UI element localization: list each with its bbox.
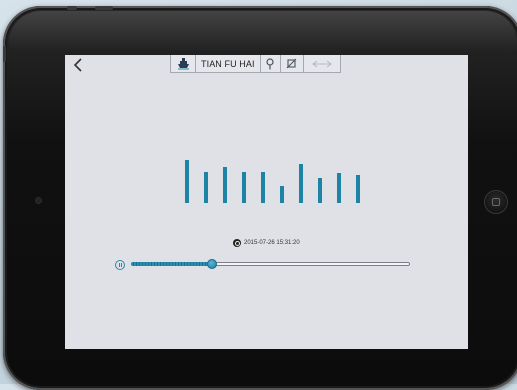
signal-bar bbox=[337, 173, 341, 203]
top-button bbox=[95, 6, 113, 10]
slider-fill bbox=[131, 262, 212, 266]
arrows-icon bbox=[311, 60, 332, 67]
signal-bar bbox=[242, 172, 246, 203]
signal-bar bbox=[280, 186, 284, 203]
app-screen: TIAN FU HAI 2015-07-26 15:31:20 bbox=[65, 55, 468, 349]
playback-slider[interactable] bbox=[131, 259, 410, 269]
route-button[interactable] bbox=[304, 55, 340, 72]
back-button[interactable] bbox=[72, 58, 88, 74]
pause-icon[interactable] bbox=[115, 260, 125, 270]
front-camera bbox=[36, 198, 41, 203]
signal-bar bbox=[318, 178, 322, 203]
signal-bars bbox=[175, 153, 375, 203]
signal-bar bbox=[204, 172, 208, 203]
pin-icon bbox=[266, 57, 274, 69]
chevron-left-icon bbox=[73, 58, 82, 72]
slider-thumb[interactable] bbox=[207, 259, 217, 269]
top-button bbox=[67, 6, 77, 10]
location-button[interactable] bbox=[261, 55, 281, 72]
signal-bar bbox=[223, 167, 227, 203]
signal-bar bbox=[356, 175, 360, 203]
record-icon bbox=[233, 239, 241, 247]
timestamp-text: 2015-07-26 15:31:20 bbox=[244, 240, 300, 246]
ship-icon bbox=[177, 58, 189, 70]
signal-bar bbox=[185, 160, 189, 203]
side-button bbox=[3, 46, 6, 62]
signal-bar bbox=[261, 172, 265, 203]
timestamp-row: 2015-07-26 15:31:20 bbox=[233, 238, 300, 248]
signal-button[interactable] bbox=[281, 55, 304, 72]
signal-bar bbox=[299, 164, 303, 203]
vessel-name: TIAN FU HAI bbox=[196, 55, 261, 72]
no-signal-icon bbox=[286, 58, 297, 69]
ship-button[interactable] bbox=[171, 55, 196, 72]
vessel-toolbar: TIAN FU HAI bbox=[170, 55, 341, 73]
home-button[interactable] bbox=[485, 191, 507, 213]
tablet-frame: TIAN FU HAI 2015-07-26 15:31:20 bbox=[3, 6, 517, 390]
bezel-highlight bbox=[9, 11, 517, 51]
